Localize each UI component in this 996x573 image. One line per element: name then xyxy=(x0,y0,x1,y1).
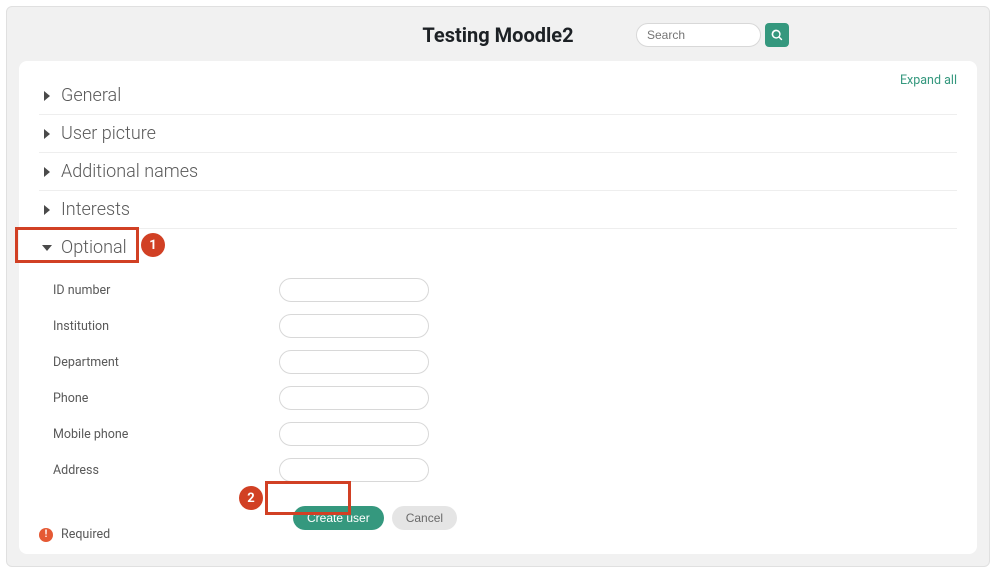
field-label: ID number xyxy=(39,283,279,298)
header-bar: Testing Moodle2 xyxy=(7,7,989,61)
section-optional-header[interactable]: Optional xyxy=(39,229,957,266)
section-additional-names-header[interactable]: Additional names xyxy=(39,153,957,190)
mobile-input[interactable] xyxy=(279,422,429,446)
section-additional-names: Additional names xyxy=(39,153,957,191)
section-title: User picture xyxy=(61,123,156,144)
section-user-picture-header[interactable]: User picture xyxy=(39,115,957,152)
field-row-department: Department xyxy=(39,344,957,380)
chevron-right-icon xyxy=(39,205,55,215)
required-label: Required xyxy=(61,527,110,542)
search-input[interactable] xyxy=(636,23,761,47)
required-note: ! Required xyxy=(39,527,110,542)
address-input[interactable] xyxy=(279,458,429,482)
section-optional: Optional ID number Institution Departmen… xyxy=(39,229,957,530)
section-title: Interests xyxy=(61,199,130,220)
field-label: Address xyxy=(39,463,279,478)
section-title: General xyxy=(61,85,121,106)
chevron-down-icon xyxy=(39,243,55,253)
section-general-header[interactable]: General xyxy=(39,77,957,114)
department-input[interactable] xyxy=(279,350,429,374)
field-label: Institution xyxy=(39,319,279,334)
search-icon xyxy=(771,29,783,41)
field-row-institution: Institution xyxy=(39,308,957,344)
optional-fields: ID number Institution Department Phone M… xyxy=(39,266,957,496)
cancel-button[interactable]: Cancel xyxy=(392,506,457,530)
section-interests: Interests xyxy=(39,191,957,229)
idnumber-input[interactable] xyxy=(279,278,429,302)
chevron-right-icon xyxy=(39,129,55,139)
field-row-phone: Phone xyxy=(39,380,957,416)
phone-input[interactable] xyxy=(279,386,429,410)
section-user-picture: User picture xyxy=(39,115,957,153)
search-container xyxy=(636,23,789,47)
page-title: Testing Moodle2 xyxy=(422,23,573,47)
section-title: Optional xyxy=(61,237,127,258)
section-title: Additional names xyxy=(61,161,198,182)
field-label: Mobile phone xyxy=(39,427,279,442)
field-label: Department xyxy=(39,355,279,370)
search-button[interactable] xyxy=(765,23,789,47)
form-card: Expand all General User picture xyxy=(19,61,977,554)
section-general: General xyxy=(39,77,957,115)
chevron-right-icon xyxy=(39,91,55,101)
institution-input[interactable] xyxy=(279,314,429,338)
field-label: Phone xyxy=(39,391,279,406)
field-row-mobile: Mobile phone xyxy=(39,416,957,452)
chevron-right-icon xyxy=(39,167,55,177)
field-row-address: Address xyxy=(39,452,957,488)
expand-all-link[interactable]: Expand all xyxy=(900,73,957,88)
form-actions: Create user Cancel xyxy=(293,506,957,530)
section-interests-header[interactable]: Interests xyxy=(39,191,957,228)
create-user-button[interactable]: Create user xyxy=(293,506,384,530)
warning-icon: ! xyxy=(39,528,53,542)
app-window: Testing Moodle2 Expand all General Us xyxy=(6,6,990,567)
field-row-idnumber: ID number xyxy=(39,272,957,308)
